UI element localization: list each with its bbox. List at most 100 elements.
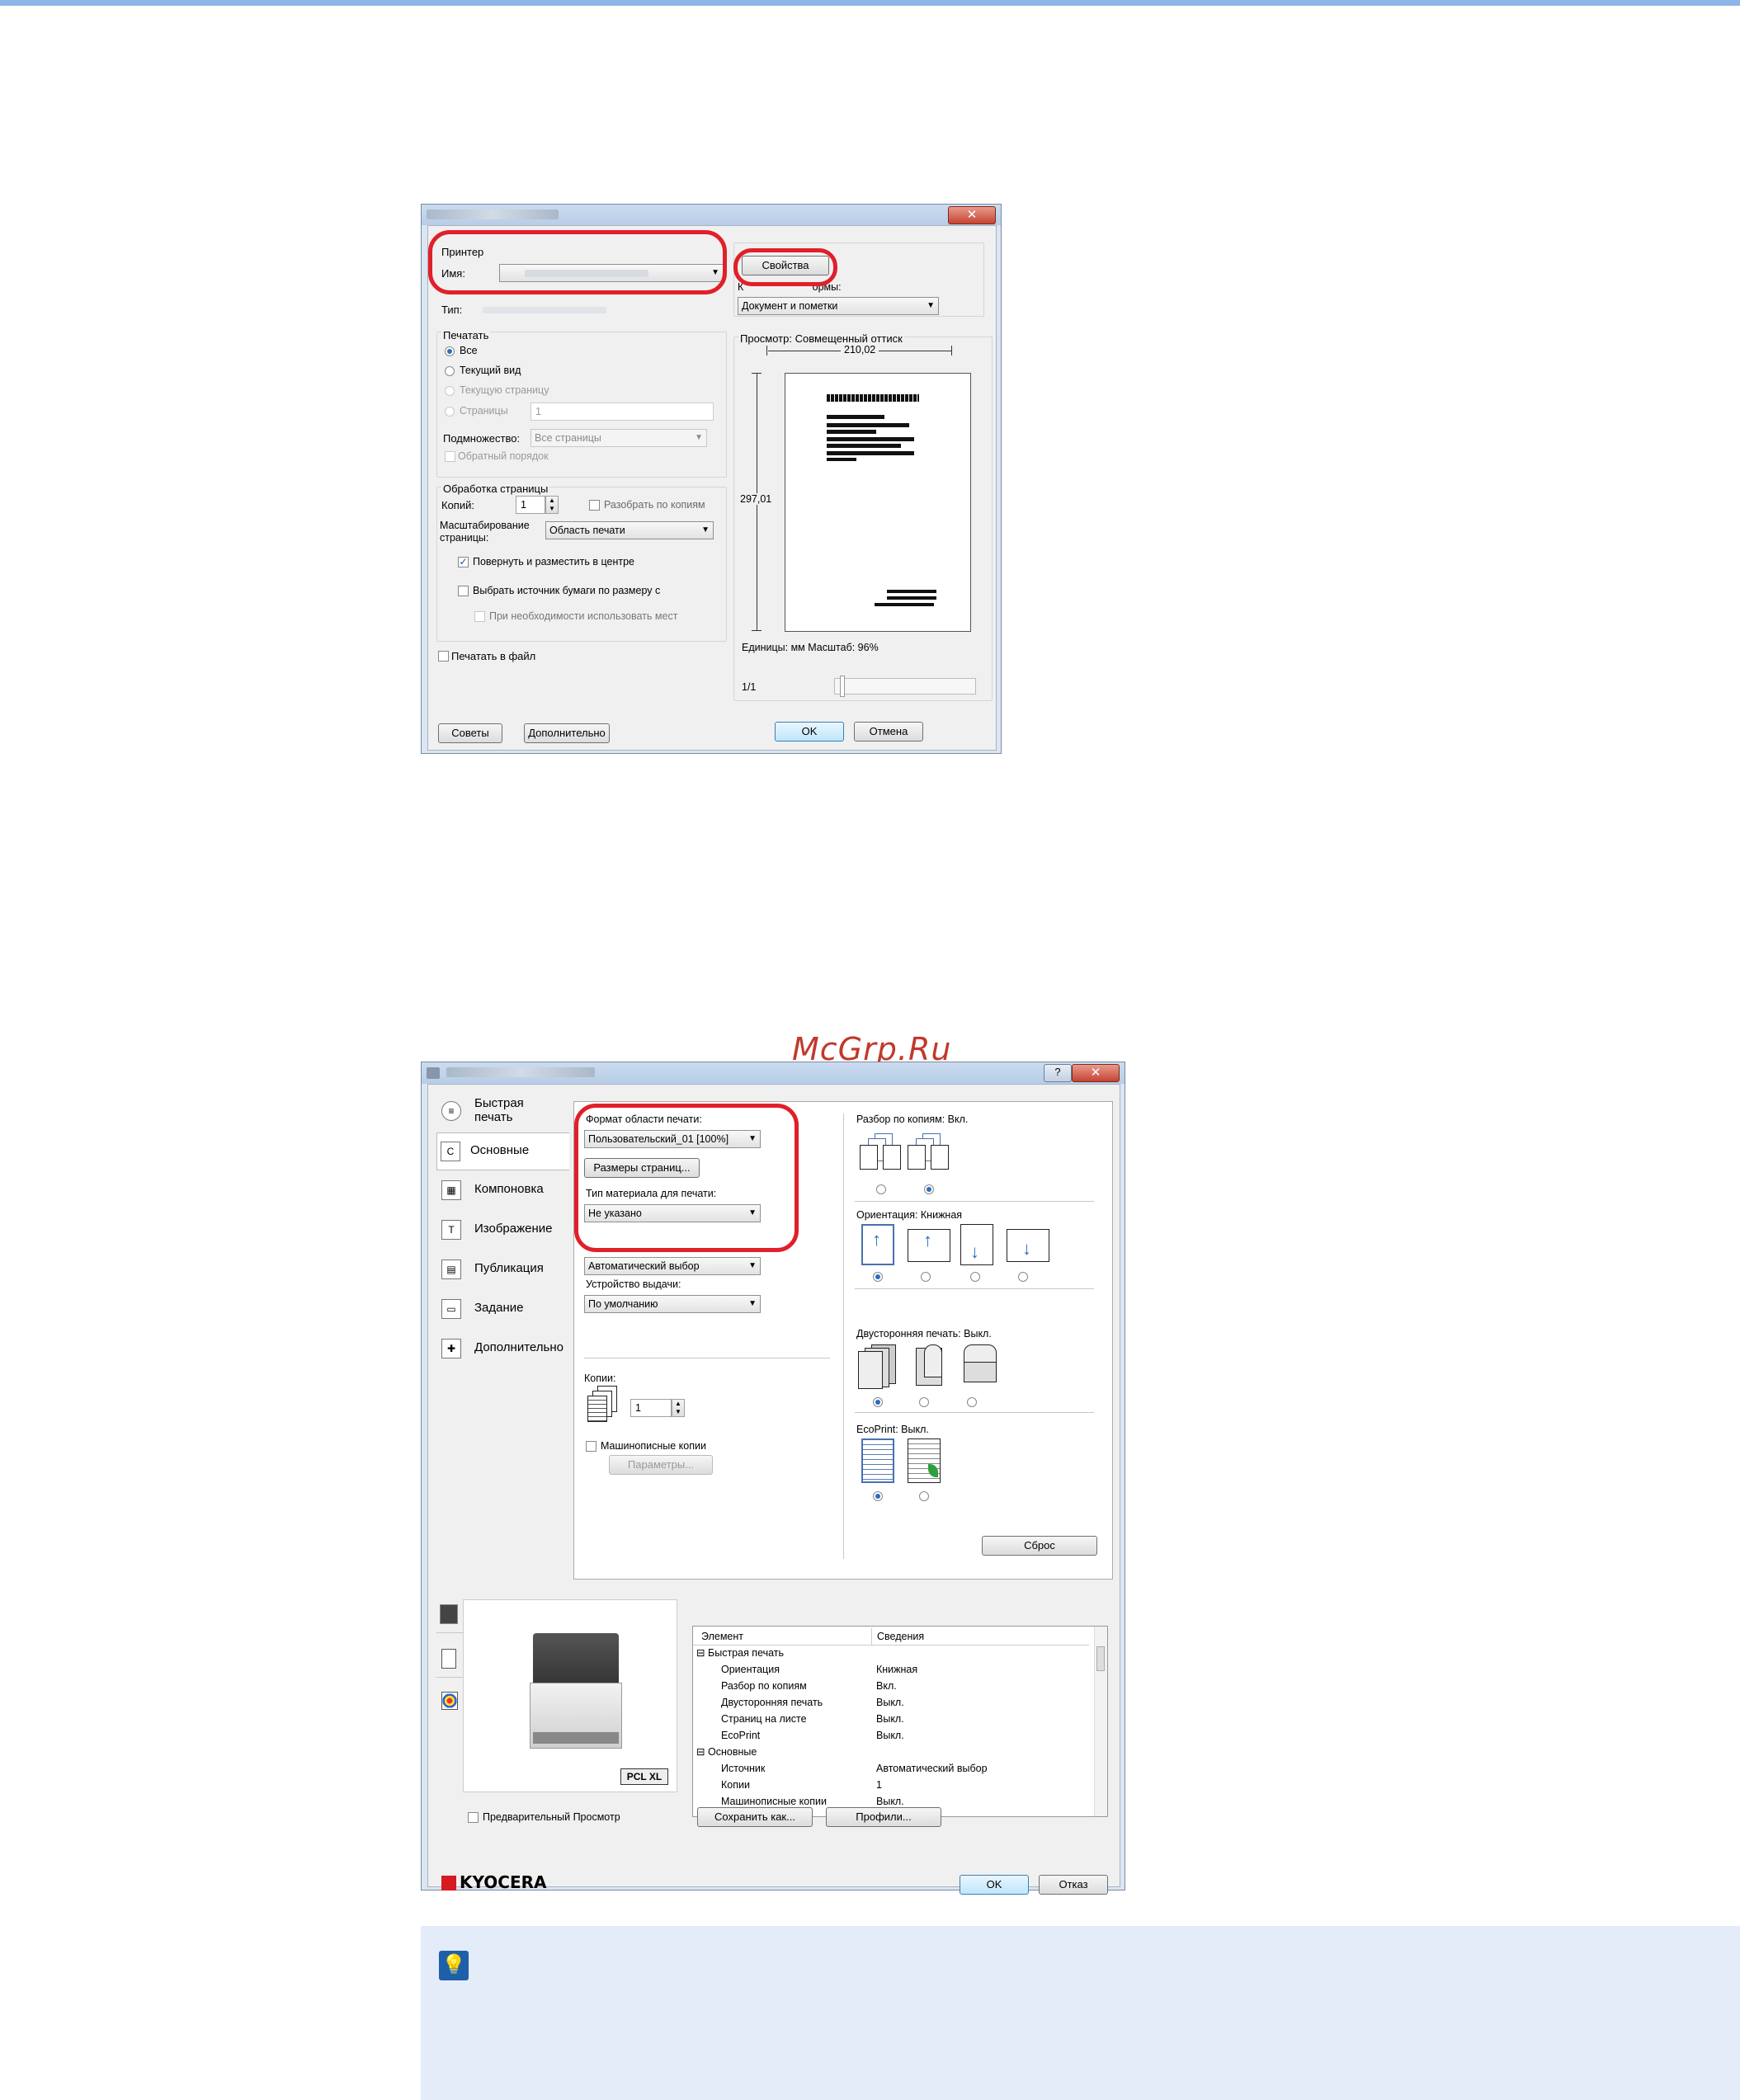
ecoprint-off-radio[interactable] <box>873 1491 883 1501</box>
reset-button[interactable]: Сброс <box>982 1536 1097 1556</box>
kyocera-logo-icon <box>441 1876 456 1890</box>
orientation-landscape-radio[interactable] <box>921 1272 931 1282</box>
highlight-printer-name <box>428 230 727 294</box>
width-dimension-tick-right <box>951 346 952 355</box>
preview-checkbox[interactable] <box>468 1812 479 1823</box>
expand-icon[interactable]: ⊟ <box>696 1744 705 1760</box>
copies-input[interactable]: 1 <box>516 496 545 514</box>
save-as-button[interactable]: Сохранить как... <box>697 1807 813 1827</box>
page-slider[interactable] <box>834 676 976 697</box>
orientation-landscape-rotated-radio[interactable] <box>1018 1272 1028 1282</box>
color-view-icon[interactable] <box>441 1692 458 1710</box>
advanced-button[interactable]: Дополнительно <box>524 723 610 743</box>
duplex-off-radio[interactable] <box>873 1397 883 1407</box>
printer-view-icon[interactable] <box>440 1604 458 1624</box>
subset-value: Все страницы <box>535 432 601 444</box>
driver-copies-input[interactable]: 1 <box>630 1399 672 1417</box>
collate-off-radio[interactable] <box>876 1184 886 1194</box>
tips-button[interactable]: Советы <box>438 723 502 743</box>
blurred-printer-type <box>483 307 606 313</box>
tab-quick-print[interactable]: ≡ Быстрая печать <box>436 1093 568 1129</box>
preview-checkbox-label: Предварительный Просмотр <box>483 1811 620 1823</box>
duplex-off-icon <box>858 1344 903 1389</box>
print-range-label: Печатать <box>441 329 491 341</box>
pcl-badge: PCL XL <box>620 1768 668 1785</box>
tab-layout[interactable]: ▦ Компоновка <box>436 1172 568 1208</box>
tab-publishing[interactable]: ▤ Публикация <box>436 1251 568 1288</box>
duplex-long-radio[interactable] <box>919 1397 929 1407</box>
page-view-icon[interactable] <box>441 1649 456 1669</box>
tab-advanced[interactable]: ✚ Дополнительно <box>436 1330 568 1367</box>
header-item: Элемент <box>701 1631 743 1642</box>
print-to-file-checkbox[interactable] <box>438 651 449 662</box>
collate-on-radio[interactable] <box>924 1184 934 1194</box>
comments-forms-select[interactable]: Документ и пометки ▼ <box>738 297 939 315</box>
printer-app-icon <box>427 1067 440 1079</box>
table-row[interactable]: ⊟ Основные <box>693 1744 1089 1760</box>
print-dialog-titlebar: ✕ <box>422 205 1001 225</box>
print-dialog: ✕ Принтер Имя: ▼ Тип: Свойства К ормы: Д… <box>421 204 1002 754</box>
expand-icon[interactable]: ⊟ <box>696 1645 705 1661</box>
profiles-button[interactable]: Профили... <box>826 1807 941 1827</box>
table-scrollbar[interactable] <box>1094 1627 1107 1816</box>
ecoprint-on-radio[interactable] <box>919 1491 929 1501</box>
basic-settings-panel: Формат области печати: Пользовательский_… <box>573 1101 1113 1580</box>
collate-checkbox[interactable] <box>589 500 600 511</box>
parameters-button[interactable]: Параметры... <box>609 1455 713 1475</box>
copies-spinner[interactable]: ▲ ▼ <box>545 496 559 514</box>
tab-imaging[interactable]: T Изображение <box>436 1212 568 1248</box>
printer-type-label: Тип: <box>441 304 463 316</box>
carbon-copies-checkbox[interactable] <box>586 1441 597 1452</box>
imaging-icon: T <box>441 1220 461 1240</box>
close-button[interactable]: ✕ <box>948 206 996 224</box>
scrollbar-thumb[interactable] <box>1096 1646 1105 1671</box>
cancel-button[interactable]: Отмена <box>854 722 923 742</box>
chevron-down-icon: ▼ <box>701 525 710 534</box>
width-dimension-tick-left <box>766 346 767 355</box>
preview-text-line <box>827 458 856 461</box>
preview-label: Просмотр: Совмещенный оттиск <box>738 332 904 345</box>
reverse-order-checkbox[interactable] <box>445 451 455 462</box>
output-label: Устройство выдачи: <box>586 1278 681 1290</box>
orientation-portrait-radio[interactable] <box>873 1272 883 1282</box>
driver-cancel-button[interactable]: Отказ <box>1039 1875 1108 1895</box>
custom-size-checkbox[interactable] <box>474 611 485 622</box>
radio-current-page[interactable] <box>445 386 455 396</box>
radio-current-view[interactable] <box>445 366 455 376</box>
auto-rotate-checkbox[interactable]: ✓ <box>458 557 469 567</box>
ecoprint-label: EcoPrint: Выкл. <box>856 1424 929 1435</box>
source-select[interactable]: Автоматический выбор ▼ <box>584 1257 761 1275</box>
scaling-select[interactable]: Область печати ▼ <box>545 521 714 539</box>
page-handling-label: Обработка страницы <box>441 483 550 495</box>
tab-job-label: Задание <box>474 1301 524 1315</box>
tab-basic[interactable]: C Основные <box>436 1132 569 1170</box>
radio-current-view-label: Текущий вид <box>460 365 521 376</box>
table-row: Страниц на листе Выкл. <box>721 1713 904 1725</box>
printer-tray <box>533 1732 619 1744</box>
properties-body: ≡ Быстрая печать C Основные ▦ Компоновка… <box>427 1084 1120 1895</box>
output-select[interactable]: По умолчанию ▼ <box>584 1295 761 1313</box>
divider <box>436 1677 463 1678</box>
close-button[interactable]: ✕ <box>1072 1064 1120 1082</box>
duplex-long-edge-icon <box>912 1344 950 1389</box>
collate-label: Разобрать по копиям <box>604 499 705 511</box>
paper-source-checkbox[interactable] <box>458 586 469 596</box>
radio-current-page-label: Текущую страницу <box>460 384 549 396</box>
table-row[interactable]: ⊟ Быстрая печать <box>693 1645 1089 1661</box>
orientation-portrait-rotated-radio[interactable] <box>970 1272 980 1282</box>
duplex-short-radio[interactable] <box>967 1397 977 1407</box>
page-slider-thumb[interactable] <box>840 676 845 697</box>
subset-select[interactable]: Все страницы ▼ <box>530 429 707 447</box>
help-button[interactable]: ? <box>1044 1064 1072 1082</box>
preview-text-line <box>827 437 914 441</box>
pages-range-input[interactable]: 1 <box>530 403 714 421</box>
ok-button[interactable]: OK <box>775 722 844 742</box>
radio-all[interactable] <box>445 346 455 356</box>
driver-ok-button[interactable]: OK <box>960 1875 1029 1895</box>
driver-copies-spinner[interactable]: ▲ ▼ <box>672 1399 685 1417</box>
advanced-icon: ✚ <box>441 1339 461 1358</box>
radio-pages[interactable] <box>445 407 455 417</box>
table-row: Ориентация Книжная <box>721 1664 918 1675</box>
tab-job[interactable]: ▭ Задание <box>436 1291 568 1327</box>
output-value: По умолчанию <box>588 1298 658 1310</box>
